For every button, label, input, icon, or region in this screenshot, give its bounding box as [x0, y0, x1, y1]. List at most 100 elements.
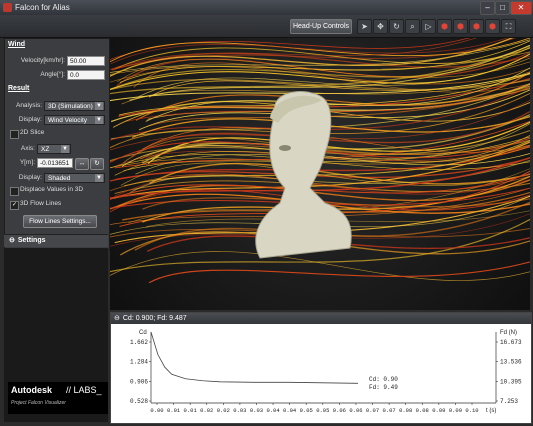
window-title: Falcon for Alias	[15, 3, 70, 12]
axis-value: XZ	[41, 146, 50, 153]
x-tick: 0.07	[366, 407, 379, 414]
view-iso-icon[interactable]: ⬢	[485, 19, 500, 34]
x-label: t (s)	[486, 408, 496, 414]
x-tick: 0.01	[184, 407, 198, 414]
analysis-value: 3D (Simulation)	[48, 103, 93, 110]
axis-label: Axis:	[20, 145, 35, 152]
y-left-tick: 1.284	[130, 359, 148, 366]
logo-subtitle: Project Falcon Visualizer	[11, 400, 66, 406]
display-label: Display:	[18, 116, 42, 123]
y-right-tick: 10.395	[500, 378, 522, 385]
displace-label: Displace Values in 3D	[20, 186, 84, 193]
x-tick: 0.03	[233, 407, 246, 414]
y-left-label: Cd	[139, 330, 147, 336]
x-tick: 0.09	[432, 407, 445, 414]
logo-labs: // LABS_	[66, 385, 102, 395]
flow-lines-label: 3D Flow Lines	[20, 200, 62, 207]
x-tick: 0.10	[465, 407, 478, 414]
flow-lines-settings-button[interactable]: Flow Lines Settings...	[23, 215, 97, 228]
axis-select[interactable]: XZ ▼	[37, 144, 71, 154]
x-tick: 0.04	[266, 407, 280, 414]
y-left-tick: 0.528	[130, 398, 148, 405]
graph-header-text: Cd: 0.900; Fd: 9.487	[122, 315, 187, 322]
slice-checkbox[interactable]	[10, 130, 19, 139]
chevron-icon: ⊖	[9, 237, 15, 244]
display2-label: Display:	[18, 174, 42, 181]
displace-checkbox[interactable]	[10, 187, 19, 196]
view-front-icon[interactable]: ⬢	[437, 19, 452, 34]
x-tick: 0.07	[383, 407, 396, 414]
graph-header: ⊖ Cd: 0.900; Fd: 9.487	[111, 313, 531, 324]
collapse-icon[interactable]: ⊖	[114, 315, 120, 322]
cursor-icon[interactable]: ➤	[357, 19, 372, 34]
title-bar: Falcon for Alias – □ ✕	[0, 0, 533, 15]
refresh-icon[interactable]: ↻	[90, 158, 104, 170]
x-tick: 0.02	[217, 407, 230, 414]
flow-lines	[110, 38, 530, 284]
close-button[interactable]: ✕	[510, 1, 532, 15]
3d-viewport[interactable]	[110, 38, 530, 310]
settings-label: Settings	[17, 237, 46, 244]
x-tick: 0.03	[250, 407, 263, 414]
analysis-label: Analysis:	[15, 102, 42, 109]
flow-lines-checkbox[interactable]: ✓	[10, 201, 19, 210]
settings-panel: Wind Velocity[km/hr]: 50.00 Angle[°]: 0.…	[4, 38, 110, 250]
zoom-icon[interactable]: ⌕	[405, 19, 420, 34]
drag-chart: 1.662 1.284 0.906 0.528 Cd 16.673 13.536 10.395…	[130, 330, 522, 414]
x-tick: 0.01	[167, 407, 181, 414]
y-left-tick: 1.662	[130, 339, 148, 346]
x-tick: 0.09	[449, 407, 462, 414]
minimize-button[interactable]: –	[480, 1, 495, 15]
x-tick: 0.08	[416, 407, 429, 414]
x-tick: 0.00	[150, 407, 163, 414]
display2-select[interactable]: Shaded ▼	[44, 173, 105, 183]
chevron-down-icon: ▼	[95, 174, 103, 182]
chevron-down-icon: ▼	[95, 102, 103, 110]
display2-value: Shaded	[48, 175, 71, 182]
y-right-tick: 16.673	[500, 339, 522, 346]
display-select[interactable]: Wind Velocity ▼	[44, 115, 105, 125]
app-icon	[3, 3, 12, 12]
chevron-down-icon: ▼	[95, 116, 103, 124]
cd-series-line	[150, 331, 359, 384]
view-side-icon[interactable]: ⬢	[453, 19, 468, 34]
slice-label: 2D Slice	[20, 129, 45, 136]
fd-readout: Fd: 9.49	[369, 384, 398, 391]
autodesk-labs-logo: Autodesk // LABS_ Project Falcon Visuali…	[8, 382, 108, 414]
cd-readout: Cd: 0.90	[369, 376, 398, 383]
toolbar: Head-Up Controls ➤ ✥ ↻ ⌕ ▷ ⬢ ⬢ ⬢ ⬢ ⛶	[0, 15, 533, 38]
view-top-icon[interactable]: ⬢	[469, 19, 484, 34]
velocity-input[interactable]: 50.00	[67, 56, 105, 66]
fit-icon[interactable]: ⛶	[501, 19, 516, 34]
pan-icon[interactable]: ✥	[373, 19, 388, 34]
result-heading: Result	[8, 85, 30, 92]
graph-panel: ⊖ Cd: 0.900; Fd: 9.487 1.662 1.284 0.906 0.5…	[110, 312, 532, 424]
x-tick: 0.04	[283, 407, 297, 414]
velocity-label: Velocity[km/hr]:	[20, 57, 65, 64]
angle-label: Angle[°]:	[40, 71, 65, 78]
y-right-tick: 13.536	[500, 359, 522, 366]
flow-line	[148, 261, 530, 284]
chevron-down-icon: ▼	[61, 145, 69, 153]
maximize-button[interactable]: □	[495, 1, 510, 15]
display-value: Wind Velocity	[48, 117, 88, 124]
x-tick: 0.05	[316, 407, 329, 414]
x-tick: 0.02	[200, 407, 213, 414]
analysis-select[interactable]: 3D (Simulation) ▼	[44, 101, 105, 111]
play-icon[interactable]: ▷	[421, 19, 436, 34]
y-right-label: Fd (N)	[500, 330, 517, 336]
y-input[interactable]: -0.013651	[37, 158, 73, 168]
x-tick: 0.05	[300, 407, 313, 414]
y-left-tick: 0.906	[130, 378, 148, 385]
angle-input[interactable]: 0.0	[67, 70, 105, 80]
y-right-tick: 7.253	[500, 398, 518, 405]
head-up-controls-button[interactable]: Head-Up Controls	[290, 19, 352, 34]
arrows-icon[interactable]: ↔	[75, 158, 89, 170]
x-tick: 0.06	[349, 407, 362, 414]
y-label: Y[m]:	[19, 159, 35, 166]
x-tick: 0.06	[333, 407, 346, 414]
logo-text: Autodesk	[11, 385, 53, 395]
flow-line	[110, 251, 530, 281]
rotate-icon[interactable]: ↻	[389, 19, 404, 34]
settings-section[interactable]: ⊖ Settings	[4, 234, 108, 247]
